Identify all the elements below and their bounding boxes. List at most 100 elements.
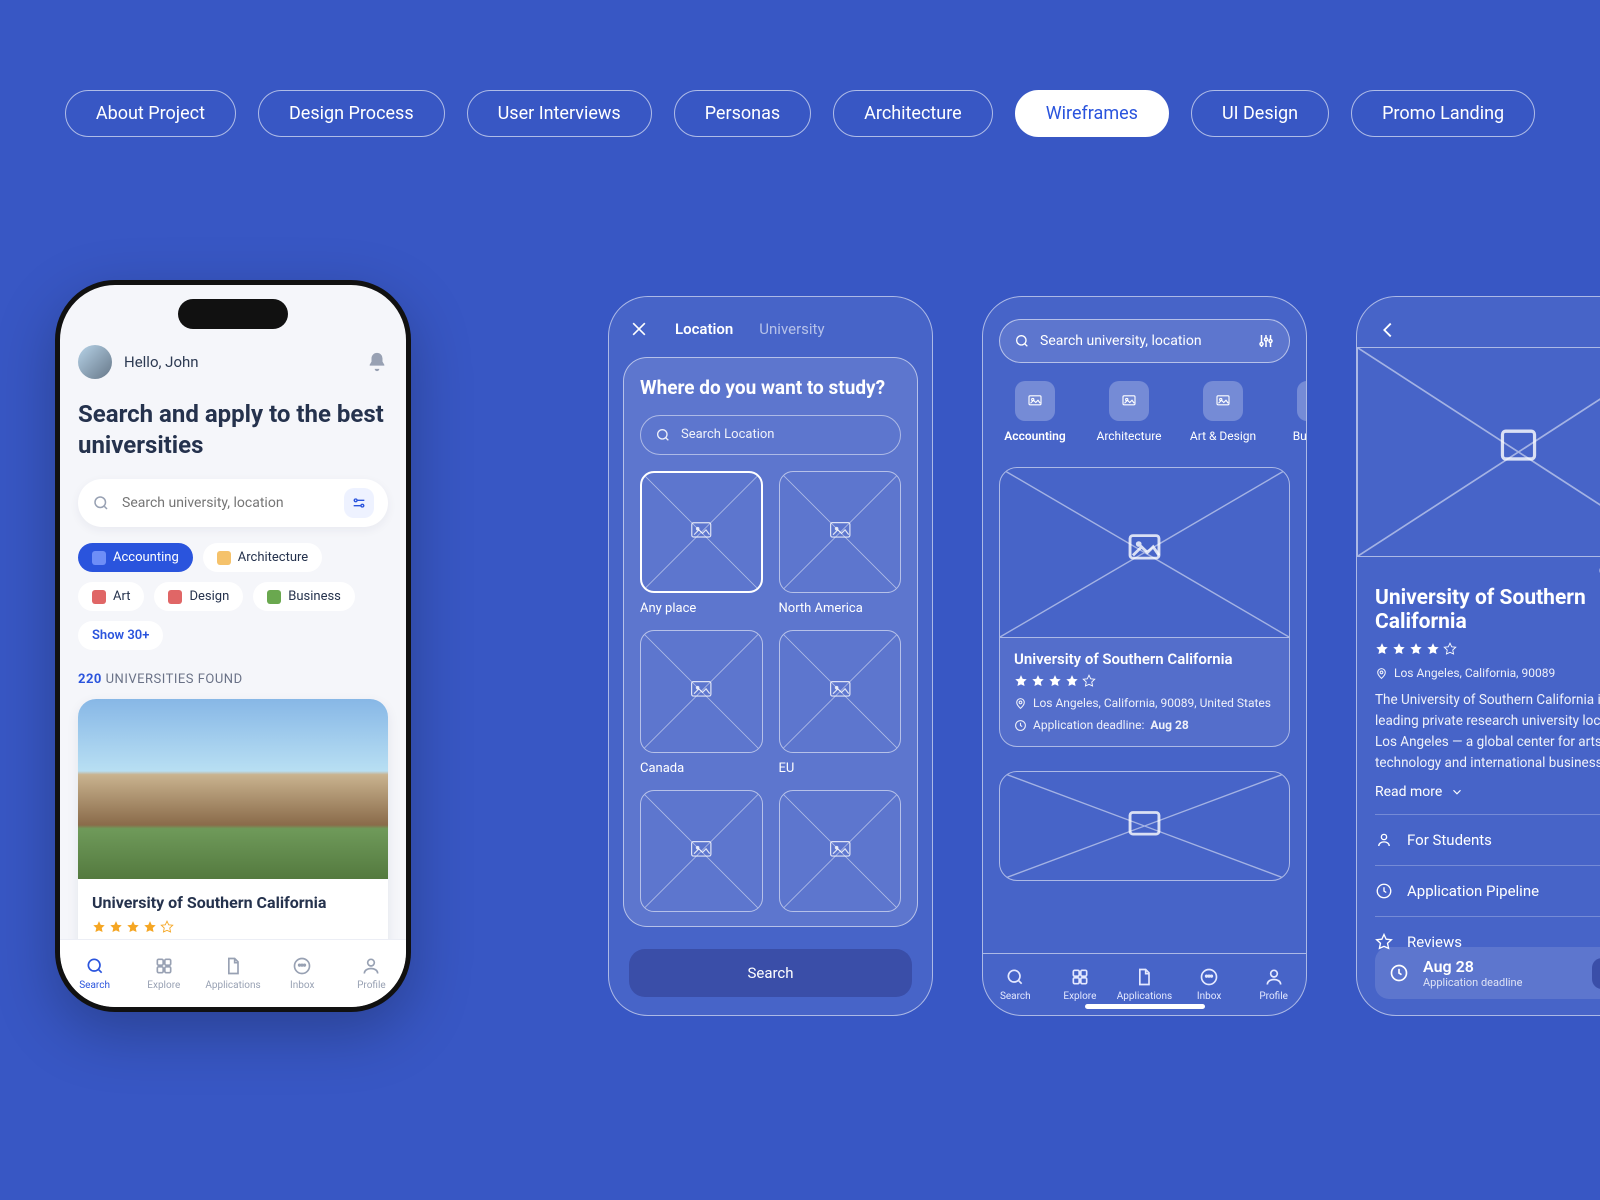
wf-tabs: Location University [675,320,825,338]
location-tile[interactable] [640,790,763,913]
tab-architecture[interactable]: Architecture [833,90,993,137]
tab-wireframes[interactable]: Wireframes [1015,90,1169,137]
chip-architecture[interactable]: Architecture [203,543,322,572]
read-more[interactable]: Read more [1375,784,1600,800]
nav-applications[interactable]: Applications [198,940,267,1007]
detail-links: For StudentsApplication PipelineReviews [1375,814,1600,967]
bell-icon[interactable] [366,351,388,373]
results-count: 220 UNIVERSITIES FOUND [78,672,388,687]
location-tile[interactable]: Any place [640,471,763,617]
rating-stars [1014,674,1275,688]
nav-inbox[interactable]: Inbox [268,940,337,1007]
category-business[interactable]: Business [1281,381,1306,443]
university-card[interactable]: University of Southern California Los An… [999,467,1290,747]
pin-icon [1375,667,1388,680]
star-icon [1014,674,1028,688]
bottom-nav: SearchExploreApplicationsInboxProfile [60,939,406,1007]
tab-promo-landing[interactable]: Promo Landing [1351,90,1535,137]
nav-profile[interactable]: Profile [337,940,406,1007]
save-button[interactable]: Save [1592,958,1600,989]
filter-icon[interactable] [344,488,374,518]
chip-show-more[interactable]: Show 30+ [78,621,163,650]
star-icon [1426,642,1440,656]
star-icon [1392,642,1406,656]
chevron-left-icon[interactable] [1377,319,1399,341]
university-card[interactable] [999,771,1290,881]
detail-link[interactable]: For Students [1375,814,1600,865]
search-field[interactable] [78,479,388,527]
university-title: University of Southern California [92,893,374,912]
search-icon [1014,333,1030,349]
nav-search[interactable]: Search [983,954,1048,1015]
nav-profile[interactable]: Profile [1241,954,1306,1015]
image-placeholder [1000,772,1289,880]
category-chips: Accounting Architecture Art Design Business S… [78,543,388,650]
university-image [78,699,388,879]
location-grid: Any placeNorth AmericaCanadaEU [640,471,901,913]
detail-link[interactable]: Application Pipeline [1375,865,1600,916]
search-input[interactable] [120,494,334,512]
star-icon [143,920,157,934]
chip-business[interactable]: Business [253,582,355,611]
clock-icon [1389,963,1409,983]
chip-art[interactable]: Art [78,582,144,611]
star-icon [1065,674,1079,688]
university-title: University of Southern California [1375,586,1600,634]
chevron-down-icon [1450,785,1464,799]
clock-icon [1014,719,1027,732]
wf-search-placeholder: Search Location [681,427,774,442]
category-accounting[interactable]: Accounting [999,381,1071,443]
wireframe-search-results: Search university, location Accounting Ar… [982,296,1307,1016]
university-title: University of Southern California [1014,650,1275,668]
rating-stars [92,920,374,934]
carousel-dots[interactable] [1357,557,1600,574]
category-row: Accounting Architecture Art & Design Busine… [983,363,1306,443]
sliders-icon[interactable] [1257,332,1275,350]
star-icon [160,920,174,934]
tab-design-process[interactable]: Design Process [258,90,445,137]
category-art-design[interactable]: Art & Design [1187,381,1259,443]
tab-location[interactable]: Location [675,320,733,338]
wf-heading: Where do you want to study? [640,376,901,401]
location-tile[interactable]: North America [779,471,902,617]
location-tile[interactable]: Canada [640,630,763,776]
star-icon [126,920,140,934]
tab-ui-design[interactable]: UI Design [1191,90,1329,137]
tab-personas[interactable]: Personas [674,90,811,137]
location-tile[interactable] [779,790,902,913]
close-icon[interactable] [629,319,649,339]
search-icon [92,494,110,512]
university-card[interactable]: University of Southern California Los An… [78,699,388,963]
star-icon [92,920,106,934]
greeting: Hello, John [124,353,199,371]
star-icon [1048,674,1062,688]
nav-explore[interactable]: Explore [129,940,198,1007]
star-icon [1375,642,1389,656]
rating-stars [1375,642,1600,656]
wf-search-field[interactable]: Search university, location [999,319,1290,363]
location-tile[interactable]: EU [779,630,902,776]
wf-search-field[interactable]: Search Location [640,415,901,455]
search-icon [655,427,671,443]
image-placeholder [1357,347,1600,557]
image-placeholder [1000,468,1289,638]
wireframe-location-select: Location University Where do you want to… [608,296,933,1016]
star-icon [1031,674,1045,688]
tab-about-project[interactable]: About Project [65,90,236,137]
phone-mock: Hello, John Search and apply to the best… [55,280,411,1012]
category-architecture[interactable]: Architecture [1093,381,1165,443]
avatar[interactable] [78,345,112,379]
home-indicator [1085,1004,1205,1009]
star-icon [1443,642,1457,656]
star-icon [109,920,123,934]
tab-university[interactable]: University [759,320,824,338]
star-icon [1409,642,1423,656]
university-description: The University of Southern California is… [1375,690,1600,774]
tab-user-interviews[interactable]: User Interviews [467,90,652,137]
pin-icon [1014,697,1027,710]
chip-accounting[interactable]: Accounting [78,543,193,572]
chip-design[interactable]: Design [154,582,243,611]
nav-search[interactable]: Search [60,940,129,1007]
wf-search-placeholder: Search university, location [1040,333,1202,349]
search-button[interactable]: Search [629,949,912,997]
